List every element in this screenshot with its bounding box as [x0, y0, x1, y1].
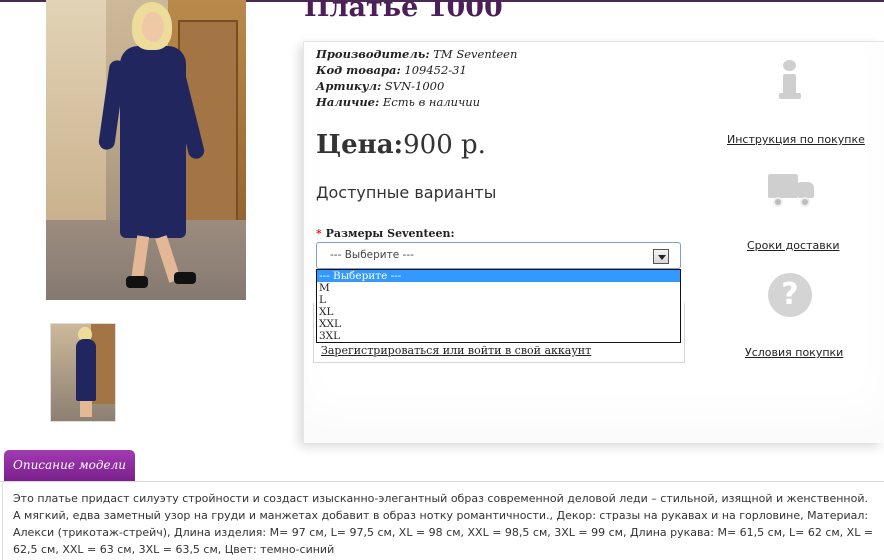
delivery-terms-link[interactable]: Сроки доставки [747, 239, 840, 252]
spec-value: SVN-1000 [384, 79, 445, 93]
product-title: Платье 1000 [304, 0, 503, 23]
truck-icon-wheel [800, 197, 810, 207]
spec-label: Код товара: [316, 63, 401, 77]
photo-wall [46, 0, 106, 230]
thumb-legs [80, 401, 92, 417]
info-icon[interactable] [774, 60, 806, 102]
spec-value: Есть в наличии [382, 95, 481, 109]
chevron-down-icon [658, 255, 666, 260]
spec-article: Артикул: SVN-1000 [316, 78, 517, 94]
tab-description[interactable]: Описание модели [4, 450, 135, 481]
spec-label: Наличие: [316, 95, 380, 109]
spec-label: Артикул: [316, 79, 382, 93]
spec-value: 109452-31 [404, 63, 467, 77]
thumb-dress [76, 339, 96, 401]
truck-icon-body [768, 174, 798, 198]
model-face [142, 12, 164, 42]
size-option[interactable]: --- Выберите --- [317, 270, 680, 282]
size-option[interactable]: L [317, 294, 680, 306]
size-option[interactable]: XL [317, 306, 680, 318]
price-value: 900 р. [403, 130, 486, 160]
size-select-value: --- Выберите --- [330, 249, 414, 261]
product-main-image[interactable] [46, 0, 246, 300]
info-icon-base [779, 93, 801, 99]
spec-availability: Наличие: Есть в наличии [316, 94, 517, 110]
description-text: Это платье придаст силуэту стройности и … [13, 492, 874, 556]
spec-product-code: Код товара: 109452-31 [316, 62, 517, 78]
size-label-text: Размеры Seventeen: [325, 227, 455, 240]
spec-label: Производитель: [316, 47, 430, 61]
model-shoe [174, 272, 196, 284]
variants-heading: Доступные варианты [316, 183, 497, 202]
spec-value: ТМ Seventeen [433, 47, 518, 61]
truck-icon[interactable] [768, 170, 816, 210]
truck-icon-wheel [773, 197, 783, 207]
purchase-terms-link[interactable]: Условия покупки [745, 346, 843, 359]
product-thumbnail[interactable] [50, 323, 116, 422]
size-select[interactable]: --- Выберите --- [316, 242, 681, 269]
size-option[interactable]: M [317, 282, 680, 294]
truck-icon-cab [798, 182, 814, 198]
info-icon-dot [783, 60, 796, 71]
price-label: Цена: [316, 130, 404, 160]
spec-manufacturer: Производитель: ТМ Seventeen [316, 46, 517, 62]
size-option[interactable]: XXL [317, 318, 680, 330]
product-price: Цена:900 р. [316, 130, 486, 160]
size-option[interactable]: 3XL [317, 330, 680, 342]
product-specs: Производитель: ТМ Seventeen Код товара: … [316, 46, 517, 110]
model-dress [120, 46, 186, 238]
size-label: * Размеры Seventeen: [316, 227, 455, 240]
purchase-instruction-link[interactable]: Инструкция по покупке [727, 133, 865, 146]
login-register-link[interactable]: Зарегистрироваться или войти в свой акка… [321, 344, 591, 357]
model-shoe [126, 276, 148, 288]
question-icon[interactable]: ? [768, 273, 812, 317]
size-dropdown-list[interactable]: --- Выберите --- M L XL XXL 3XL [316, 269, 681, 343]
required-mark: * [316, 227, 322, 240]
dropdown-arrow-button[interactable] [653, 249, 669, 264]
